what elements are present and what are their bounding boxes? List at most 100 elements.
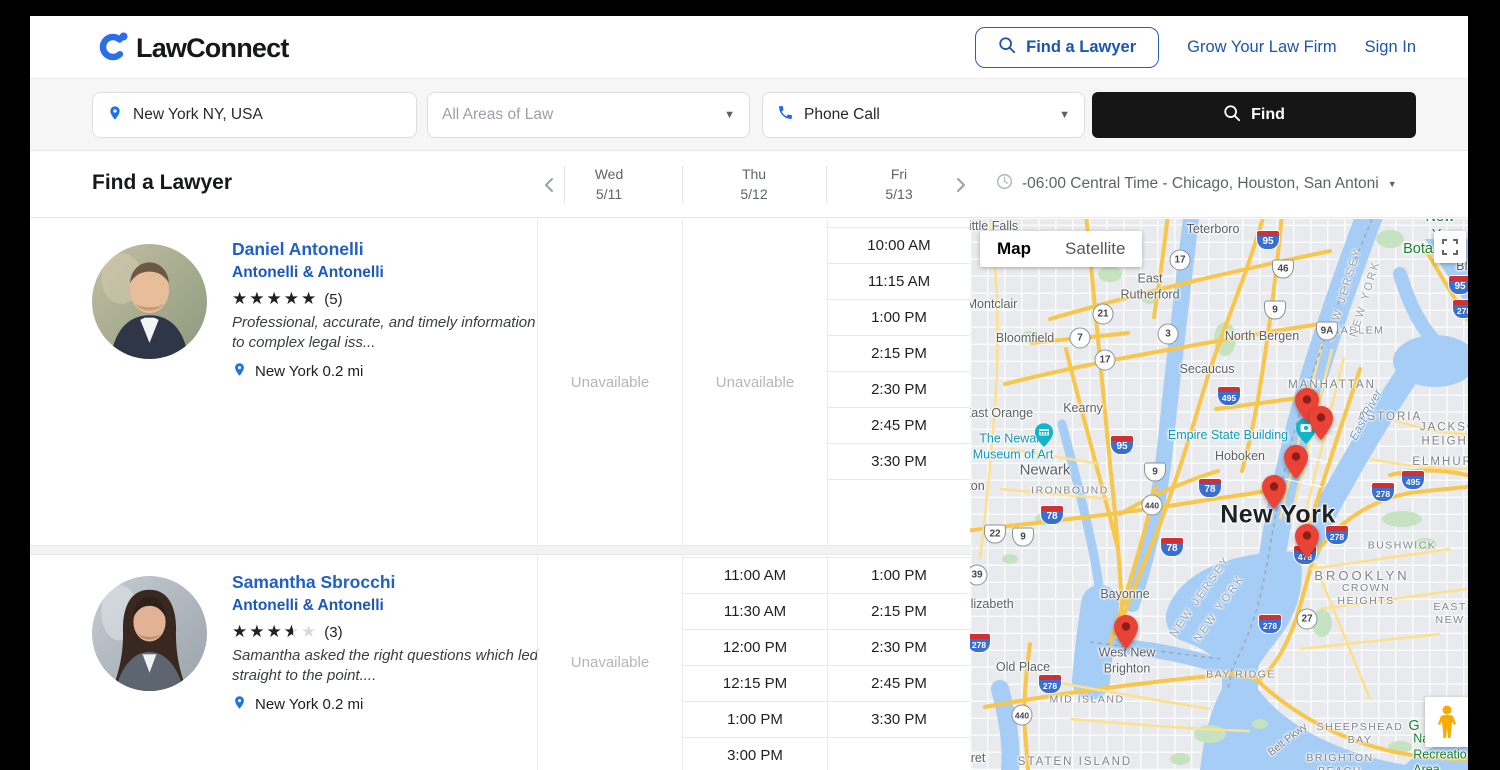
time-slot-button[interactable]: 2:15 PM bbox=[828, 594, 970, 630]
search-icon bbox=[1223, 104, 1241, 127]
time-slot-button[interactable]: 2:15 PM bbox=[828, 336, 970, 372]
location-pin-icon bbox=[232, 693, 247, 716]
lawyer-avatar[interactable] bbox=[92, 244, 207, 359]
day-column[interactable]: Thu5/12 bbox=[704, 164, 804, 204]
time-slot-button[interactable]: 3:30 PM bbox=[828, 702, 970, 738]
map-pin[interactable] bbox=[1262, 475, 1286, 509]
time-slot-button[interactable]: 10:00 AM bbox=[828, 228, 970, 264]
time-slot-button[interactable]: 12:00 PM bbox=[683, 630, 827, 666]
app-window: LawConnect Find a Lawyer Grow Your Law F… bbox=[30, 16, 1468, 770]
star-icon: ★ bbox=[232, 289, 249, 309]
star-half-fill: ★ bbox=[284, 622, 293, 642]
nav-grow-your-law-firm[interactable]: Grow Your Law Firm bbox=[1187, 38, 1336, 57]
nav-find-a-lawyer-label: Find a Lawyer bbox=[1026, 38, 1136, 57]
unavailable-label: Unavailable bbox=[716, 374, 794, 391]
previous-days-chevron-icon[interactable] bbox=[540, 175, 560, 195]
day-name: Wed bbox=[559, 164, 659, 184]
time-slot-button[interactable]: 11:15 AM bbox=[828, 264, 970, 300]
unavailable-label: Unavailable bbox=[571, 374, 649, 391]
timezone-select[interactable]: -06:00 Central Time - Chicago, Houston, … bbox=[996, 173, 1397, 195]
map-pin[interactable] bbox=[1295, 524, 1319, 558]
day-date: 5/13 bbox=[849, 184, 949, 204]
column-divider bbox=[826, 166, 827, 203]
star-rating: ★★★★★★(3) bbox=[232, 622, 343, 642]
next-days-chevron-icon[interactable] bbox=[950, 175, 970, 195]
day-date: 5/11 bbox=[559, 184, 659, 204]
time-slot-button[interactable]: 1:00 PM bbox=[683, 702, 827, 738]
lawyer-firm-link[interactable]: Antonelli & Antonelli bbox=[232, 597, 384, 615]
availability-column: 11:00 AM11:30 AM12:00 PM12:15 PM1:00 PM3… bbox=[682, 555, 827, 770]
time-slot-button[interactable]: 1:00 PM bbox=[828, 300, 970, 336]
unavailable-label: Unavailable bbox=[571, 654, 649, 671]
contact-method-select[interactable]: Phone Call ▼ bbox=[762, 92, 1085, 138]
time-slot-button[interactable]: 2:45 PM bbox=[828, 408, 970, 444]
map-pin[interactable] bbox=[1114, 615, 1138, 649]
find-button-label: Find bbox=[1251, 106, 1285, 124]
time-slot-button[interactable]: 11:30 AM bbox=[683, 594, 827, 630]
column-divider bbox=[682, 166, 683, 203]
chevron-down-icon: ▼ bbox=[1059, 109, 1070, 121]
map-view-button[interactable]: Map bbox=[980, 231, 1048, 267]
lawyer-row: Samantha Sbrocchi Antonelli & Antonelli … bbox=[30, 555, 970, 770]
star-icon: ★ bbox=[232, 622, 249, 642]
satellite-view-button[interactable]: Satellite bbox=[1048, 231, 1142, 267]
day-date: 5/12 bbox=[704, 184, 804, 204]
location-pin-icon bbox=[107, 103, 123, 128]
map-base-art bbox=[970, 219, 1468, 770]
fullscreen-button[interactable] bbox=[1434, 231, 1466, 263]
row-separator bbox=[30, 545, 970, 555]
time-slot-button[interactable]: 3:00 PM bbox=[683, 738, 827, 770]
star-icon: ★ bbox=[301, 622, 318, 642]
lawyer-avatar[interactable] bbox=[92, 576, 207, 691]
lawyer-location-text: New York 0.2 mi bbox=[255, 696, 363, 713]
day-column[interactable]: Fri5/13 bbox=[849, 164, 949, 204]
star-icon: ★ bbox=[249, 289, 266, 309]
nav-sign-in[interactable]: Sign In bbox=[1365, 38, 1416, 57]
lawyer-name-link[interactable]: Samantha Sbrocchi bbox=[232, 572, 395, 593]
pegman-control[interactable] bbox=[1425, 697, 1468, 747]
lawyer-row: Daniel Antonelli Antonelli & Antonelli ★… bbox=[30, 219, 970, 545]
column-divider bbox=[564, 166, 565, 203]
time-slot-button[interactable]: 2:30 PM bbox=[828, 372, 970, 408]
logo-text: LawConnect bbox=[136, 33, 289, 64]
lawyer-location: New York 0.2 mi bbox=[232, 360, 363, 383]
lawyer-name-link[interactable]: Daniel Antonelli bbox=[232, 239, 364, 260]
availability-column: Unavailable bbox=[682, 219, 827, 545]
nav-find-a-lawyer-button[interactable]: Find a Lawyer bbox=[975, 27, 1159, 68]
globe-clock-icon bbox=[996, 173, 1013, 195]
day-column[interactable]: Wed5/11 bbox=[559, 164, 659, 204]
lawyer-firm-link[interactable]: Antonelli & Antonelli bbox=[232, 264, 384, 282]
time-slot-button[interactable]: 1:00 PM bbox=[828, 558, 970, 594]
availability-column: Unavailable bbox=[537, 219, 682, 545]
chevron-down-icon: ▼ bbox=[1388, 179, 1397, 189]
find-button[interactable]: Find bbox=[1092, 92, 1416, 138]
page-title: Find a Lawyer bbox=[92, 171, 232, 195]
time-slot-button[interactable]: 3:30 PM bbox=[828, 444, 970, 480]
time-slot-button[interactable]: 2:30 PM bbox=[828, 630, 970, 666]
map-type-control: Map Satellite bbox=[980, 231, 1142, 267]
search-icon bbox=[998, 36, 1016, 59]
star-icon: ★ bbox=[267, 622, 284, 642]
map-pin[interactable] bbox=[1284, 445, 1308, 479]
map-pin[interactable] bbox=[1309, 406, 1333, 440]
chevron-down-icon: ▼ bbox=[724, 109, 735, 121]
search-bar: New York NY, USA All Areas of Law ▼ Phon… bbox=[30, 79, 1468, 151]
star-rating: ★★★★★(5) bbox=[232, 289, 343, 309]
time-slot-button[interactable]: 12:15 PM bbox=[683, 666, 827, 702]
star-icon: ★ bbox=[249, 622, 266, 642]
availability-column: 1:00 PM2:15 PM2:30 PM2:45 PM3:30 PM bbox=[827, 555, 970, 770]
area-of-law-select[interactable]: All Areas of Law ▼ bbox=[427, 92, 750, 138]
timezone-value: -06:00 Central Time - Chicago, Houston, … bbox=[1022, 175, 1379, 193]
pegman-icon bbox=[1437, 705, 1457, 739]
time-slot-button[interactable]: 2:45 PM bbox=[828, 666, 970, 702]
area-of-law-placeholder: All Areas of Law bbox=[442, 106, 553, 124]
lawconnect-logo[interactable]: LawConnect bbox=[98, 31, 289, 66]
availability-column: Unavailable bbox=[537, 555, 682, 770]
time-slot-button[interactable]: 11:00 AM bbox=[683, 558, 827, 594]
top-header: LawConnect Find a Lawyer Grow Your Law F… bbox=[30, 16, 1468, 79]
map-panel[interactable]: Little FallsTeterboroEast RutherfordMont… bbox=[970, 219, 1468, 770]
location-input[interactable]: New York NY, USA bbox=[92, 92, 417, 138]
contact-method-value: Phone Call bbox=[804, 106, 880, 124]
review-quote: Samantha asked the right questions which… bbox=[232, 646, 542, 686]
newark-museum-poi-icon[interactable] bbox=[1034, 423, 1054, 453]
